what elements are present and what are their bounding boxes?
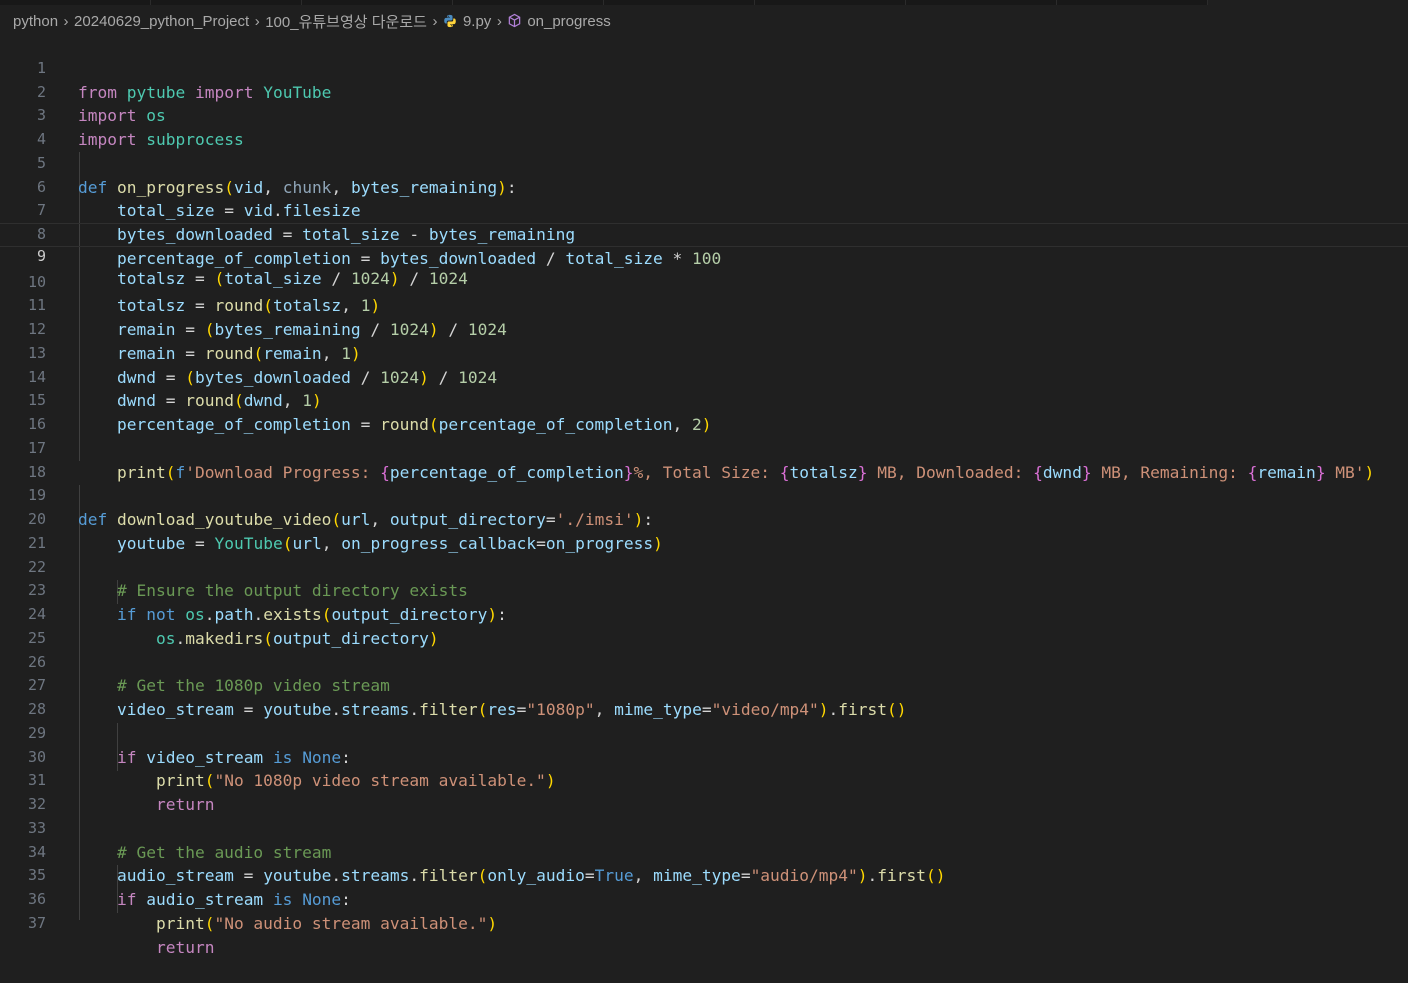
code-line[interactable]: 3 import subprocess: [0, 81, 1408, 149]
code-line[interactable]: 35 if audio_stream is None:: [0, 841, 1408, 909]
code-line[interactable]: 11 remain = (bytes_remaining / 1024) / 1…: [0, 271, 1408, 339]
python-file-icon: [444, 14, 456, 27]
breadcrumb: python › 20240629_python_Project › 100_유…: [13, 7, 611, 35]
code-line[interactable]: 8 percentage_of_completion = bytes_downl…: [0, 199, 1408, 268]
breadcrumb-file-label: 9.py: [462, 12, 492, 30]
code-line[interactable]: 12 remain = round(remain, 1): [0, 294, 1408, 363]
code-line[interactable]: 13 dwnd = (bytes_downloaded / 1024) / 10…: [0, 318, 1408, 387]
code-line[interactable]: 29 if video_stream is None:: [0, 698, 1408, 767]
code-line[interactable]: 18: [0, 437, 1408, 481]
code-line[interactable]: 23 if not os.path.exists(output_director…: [0, 556, 1408, 624]
code-line[interactable]: 28: [0, 674, 1408, 718]
code-line[interactable]: 16: [0, 389, 1408, 433]
tab-segment[interactable]: [906, 0, 1057, 5]
editor-tab-strip: [0, 0, 1408, 7]
code-line[interactable]: 25: [0, 603, 1408, 647]
breadcrumb-item-symbol[interactable]: on_progress: [507, 12, 611, 30]
code-editor[interactable]: 1 from pytube import YouTube 2 import os…: [0, 33, 1408, 957]
code-line[interactable]: 37 return: [0, 888, 1408, 957]
breadcrumb-item-python[interactable]: python: [13, 13, 58, 30]
line-code: print("No audio stream available."): [155, 913, 498, 933]
code-line[interactable]: 21: [0, 508, 1408, 552]
method-cube-icon: [509, 13, 521, 27]
code-line[interactable]: 32: [0, 769, 1408, 813]
code-line[interactable]: 30 print("No 1080p video stream availabl…: [0, 722, 1408, 791]
code-line[interactable]: 34 audio_stream = youtube.streams.filter…: [0, 817, 1408, 886]
code-line[interactable]: 1 from pytube import YouTube: [0, 33, 1408, 102]
tab-segment[interactable]: [1057, 0, 1208, 5]
code-line[interactable]: 5 def on_progress(vid, chunk, bytes_rema…: [0, 128, 1408, 197]
chevron-right-icon: ›: [496, 12, 502, 30]
code-line[interactable]: 24 os.makedirs(output_directory): [0, 579, 1408, 648]
code-line[interactable]: 31 return: [0, 746, 1408, 814]
tab-segment[interactable]: [0, 0, 151, 5]
code-line[interactable]: 22 # Ensure the output directory exists: [0, 532, 1408, 601]
code-line[interactable]: 2 import os: [0, 57, 1408, 126]
code-line[interactable]: 26 # Get the 1080p video stream: [0, 627, 1408, 696]
code-line[interactable]: 6 total_size = vid.filesize: [0, 152, 1408, 221]
line-number: 37: [27, 913, 46, 932]
code-line-current[interactable]: 9 totalsz = (total_size / 1024) / 1024: [0, 223, 1408, 288]
line-code: return: [155, 937, 215, 957]
tab-segment[interactable]: [755, 0, 906, 5]
code-line[interactable]: 15 percentage_of_completion = round(perc…: [0, 366, 1408, 434]
chevron-right-icon: ›: [63, 12, 69, 30]
code-line[interactable]: 17 print(f'Download Progress: {percentag…: [0, 413, 1408, 482]
chevron-right-icon: ›: [254, 12, 260, 30]
code-line[interactable]: 4: [0, 104, 1408, 148]
tab-segment[interactable]: [453, 0, 604, 5]
code-line[interactable]: 33 # Get the audio stream: [0, 793, 1408, 862]
code-line[interactable]: 20 youtube = YouTube(url, on_progress_ca…: [0, 484, 1408, 553]
code-line[interactable]: 10 totalsz = round(totalsz, 1): [0, 247, 1408, 316]
code-line[interactable]: 14 dwnd = round(dwnd, 1): [0, 342, 1408, 411]
chevron-right-icon: ›: [432, 12, 438, 30]
code-line[interactable]: 27 video_stream = youtube.streams.filter…: [0, 651, 1408, 719]
breadcrumb-item-project[interactable]: 20240629_python_Project: [74, 13, 249, 30]
code-line[interactable]: 36 print("No audio stream available."): [0, 864, 1408, 933]
code-line[interactable]: 7 bytes_downloaded = total_size - bytes_…: [0, 176, 1408, 244]
breadcrumb-item-file[interactable]: 9.py: [443, 13, 491, 30]
code-line[interactable]: 19 def download_youtube_video(url, outpu…: [0, 461, 1408, 529]
breadcrumb-symbol-label: on_progress: [527, 12, 611, 30]
breadcrumb-item-folder[interactable]: 100_유튜브영상 다운로드: [265, 11, 427, 32]
tab-segment[interactable]: [604, 0, 755, 5]
tab-segment[interactable]: [151, 0, 302, 5]
tab-segment[interactable]: [302, 0, 453, 5]
